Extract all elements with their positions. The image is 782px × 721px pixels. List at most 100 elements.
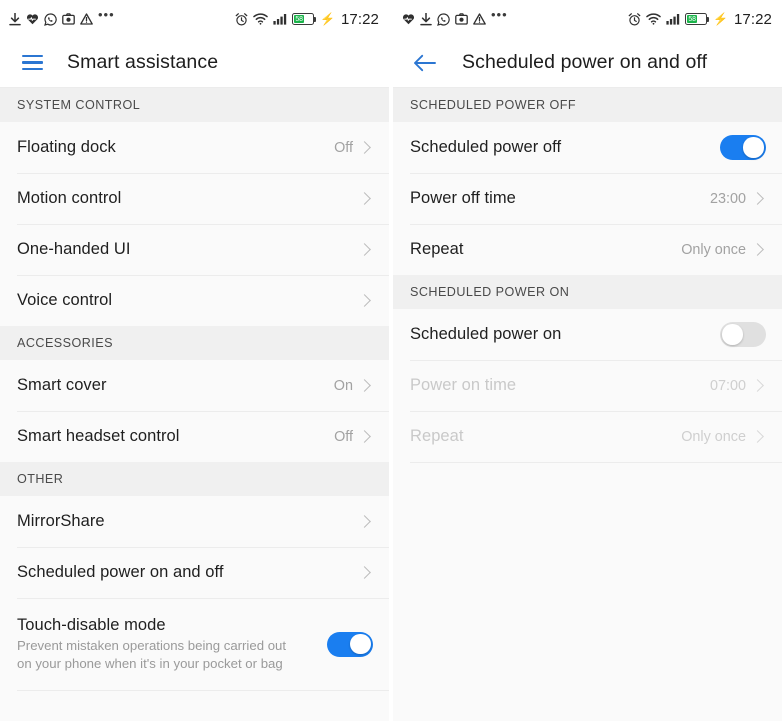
list-item-value: Off: [334, 428, 353, 445]
chevron-right-icon: [358, 430, 371, 443]
toggle-knob: [722, 324, 743, 345]
scheduled-power-list: SCHEDULED POWER OFF Scheduled power off …: [393, 88, 782, 463]
list-item-partial-bottom: [0, 690, 389, 704]
warning-triangle-icon: [473, 13, 486, 25]
list-item-label: Floating dock: [17, 138, 116, 156]
list-item-one-handed-ui[interactable]: One-handed UI: [0, 224, 389, 275]
alarm-clock-icon: [628, 12, 641, 26]
right-phone-screen: ••• 58 ⚡ 17:22 Scheduled power on and of…: [391, 0, 782, 721]
chevron-right-icon: [751, 243, 764, 256]
list-item-label: Motion control: [17, 189, 122, 207]
chevron-right-icon: [358, 192, 371, 205]
list-item-label: Touch-disable mode: [17, 616, 166, 634]
list-item-floating-dock[interactable]: Floating dock Off: [0, 122, 389, 173]
list-item-label: Repeat: [410, 427, 464, 445]
chevron-right-icon: [358, 294, 371, 307]
list-item-value: 07:00: [709, 377, 746, 394]
toggle-knob: [743, 137, 764, 158]
warning-triangle-icon: [80, 13, 93, 25]
chevron-right-icon: [358, 566, 371, 579]
list-bottom-divider: [393, 462, 782, 463]
status-bar-right-icons: 58 ⚡ 17:22: [628, 11, 772, 28]
list-item-label: Scheduled power off: [410, 138, 562, 156]
list-item-label: Smart headset control: [17, 427, 180, 445]
battery-percent-label: 58: [688, 14, 697, 24]
chevron-right-icon: [358, 243, 371, 256]
list-item-value: 23:00: [709, 190, 746, 207]
list-item-power-off-repeat[interactable]: Repeat Only once: [393, 224, 782, 275]
list-item-power-off-time[interactable]: Power off time 23:00: [393, 173, 782, 224]
chevron-right-icon: [358, 141, 371, 154]
list-item-label: Repeat: [410, 240, 464, 258]
hamburger-menu-icon[interactable]: [17, 48, 47, 78]
list-item-motion-control[interactable]: Motion control: [0, 173, 389, 224]
right-app-bar: Scheduled power on and off: [393, 38, 782, 88]
list-item-label: Scheduled power on and off: [17, 563, 224, 581]
heart-health-icon: [26, 14, 39, 25]
list-item-smart-headset-control[interactable]: Smart headset control Off: [0, 411, 389, 462]
charging-bolt-icon: ⚡: [713, 12, 728, 26]
list-item-label: Power on time: [410, 376, 517, 394]
battery-fill: 58: [294, 14, 305, 24]
chevron-right-icon: [751, 192, 764, 205]
status-bar-right: ••• 58 ⚡ 17:22: [393, 0, 782, 38]
list-item-value: Off: [334, 139, 353, 156]
page-title: Scheduled power on and off: [462, 51, 708, 73]
list-item-value: Only once: [681, 241, 746, 258]
list-item-description: Prevent mistaken operations being carrie…: [17, 638, 287, 671]
download-icon: [9, 12, 21, 25]
back-arrow-icon[interactable]: [410, 48, 440, 78]
battery-icon: 58: [685, 13, 710, 25]
list-item-scheduled-power-on-and-off[interactable]: Scheduled power on and off: [0, 547, 389, 598]
camera-icon: [62, 13, 75, 25]
scheduled-power-on-toggle[interactable]: [720, 322, 766, 347]
page-title: Smart assistance: [67, 51, 219, 73]
status-bar-left-icons: •••: [402, 7, 508, 26]
status-bar-left-icons: •••: [9, 7, 115, 26]
wifi-icon: [646, 13, 661, 25]
list-item-power-on-time: Power on time 07:00: [393, 360, 782, 411]
charging-bolt-icon: ⚡: [320, 12, 335, 26]
list-item-voice-control[interactable]: Voice control: [0, 275, 389, 326]
chevron-right-icon: [751, 379, 764, 392]
smart-assistance-list: SYSTEM CONTROL Floating dock Off Motion …: [0, 88, 389, 704]
list-item-label: Smart cover: [17, 376, 107, 394]
toggle-knob: [350, 633, 371, 655]
left-app-bar: Smart assistance: [0, 38, 389, 88]
camera-icon: [455, 13, 468, 25]
chevron-right-icon: [358, 379, 371, 392]
whatsapp-icon: [44, 12, 57, 26]
list-item-mirrorshare[interactable]: MirrorShare: [0, 496, 389, 547]
list-item-scheduled-power-on[interactable]: Scheduled power on: [393, 309, 782, 360]
download-icon: [420, 12, 432, 25]
list-item-label: One-handed UI: [17, 240, 131, 258]
alarm-clock-icon: [235, 12, 248, 26]
more-dots-icon: •••: [491, 7, 508, 22]
list-item-label: Scheduled power on: [410, 325, 562, 343]
section-header-system-control: SYSTEM CONTROL: [0, 88, 389, 122]
list-item-scheduled-power-off[interactable]: Scheduled power off: [393, 122, 782, 173]
touch-disable-mode-toggle[interactable]: [327, 631, 373, 657]
chevron-right-icon: [358, 515, 371, 528]
list-item-label: Power off time: [410, 189, 516, 207]
heart-health-icon: [402, 14, 415, 25]
chevron-right-icon: [751, 430, 764, 443]
signal-bars-icon: [666, 14, 680, 25]
scheduled-power-off-toggle[interactable]: [720, 135, 766, 160]
battery-percent-label: 58: [295, 14, 304, 24]
status-bar-right-icons: 58 ⚡ 17:22: [235, 11, 379, 28]
wifi-icon: [253, 13, 268, 25]
list-item-touch-disable-mode[interactable]: Touch-disable mode Prevent mistaken oper…: [0, 598, 389, 690]
list-item-label: Voice control: [17, 291, 113, 309]
left-phone-screen: ••• 58 ⚡ 17:22 Smart assistance SYSTEM C…: [0, 0, 391, 721]
more-dots-icon: •••: [98, 7, 115, 22]
list-item-label: MirrorShare: [17, 512, 105, 530]
list-item-value: Only once: [681, 428, 746, 445]
section-header-scheduled-power-off: SCHEDULED POWER OFF: [393, 88, 782, 122]
list-item-value: On: [333, 377, 353, 394]
status-bar-left: ••• 58 ⚡ 17:22: [0, 0, 389, 38]
list-item-smart-cover[interactable]: Smart cover On: [0, 360, 389, 411]
battery-fill: 58: [687, 14, 698, 24]
status-bar-clock: 17:22: [733, 10, 772, 28]
status-bar-clock: 17:22: [340, 10, 379, 28]
